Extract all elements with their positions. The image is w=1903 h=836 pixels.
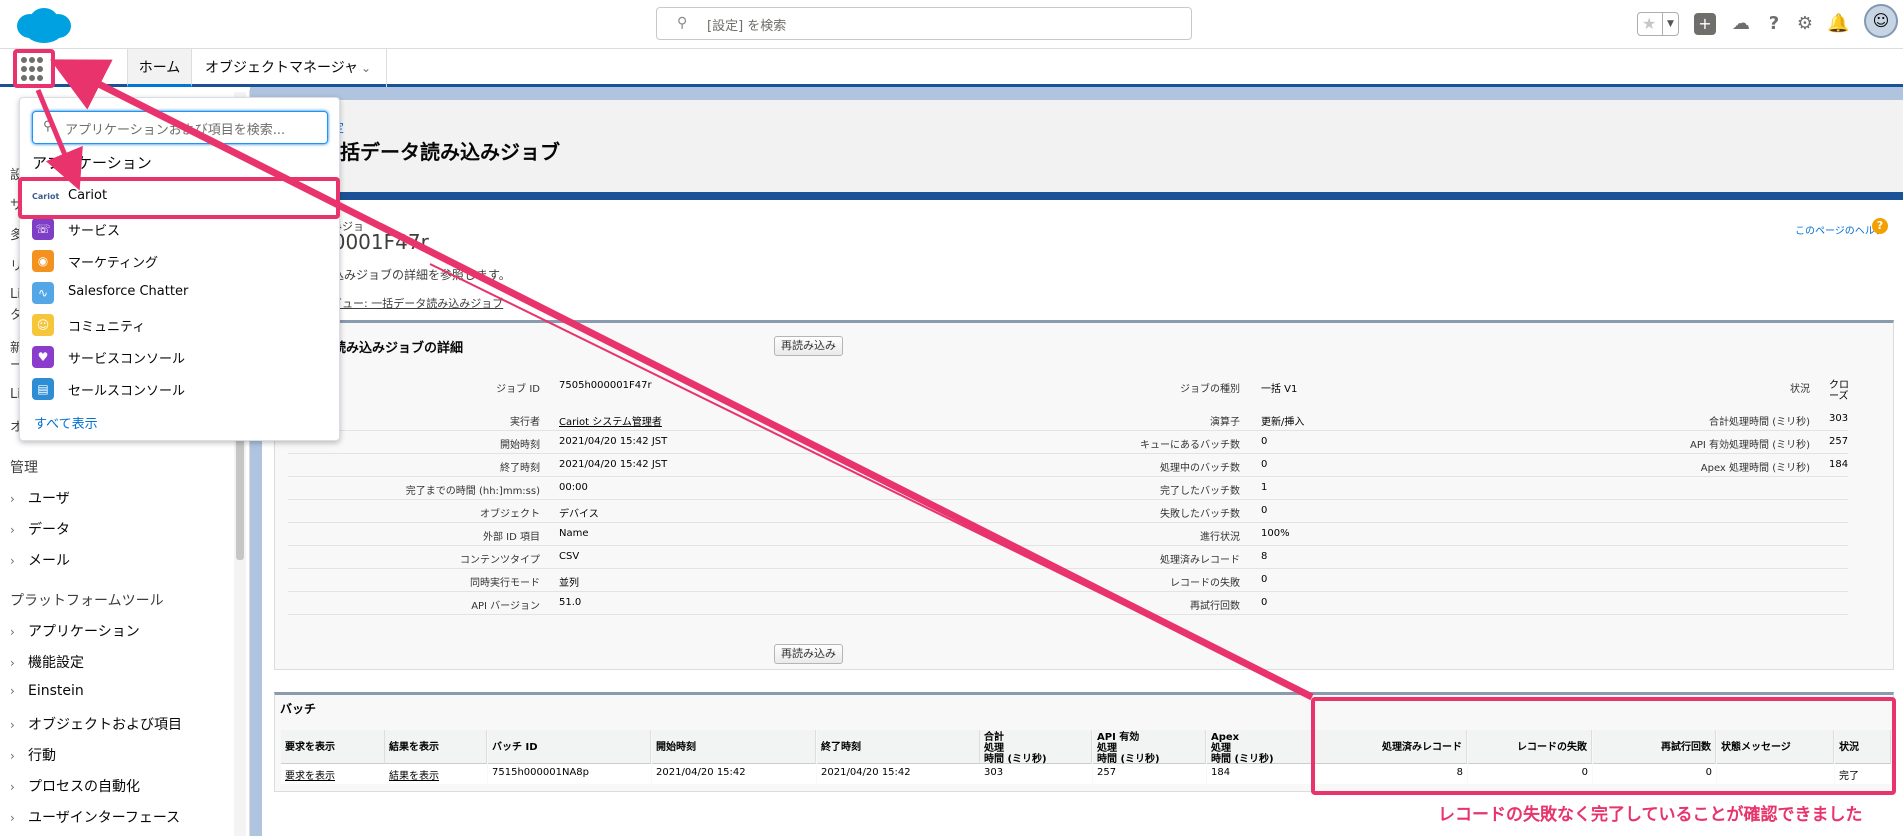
arrow-to-cariot <box>35 89 83 191</box>
annotation-arrows <box>35 59 1314 701</box>
annotation-note: レコードの失敗なく完了していることが確認できました <box>1438 805 1863 825</box>
arrow-to-waffle <box>50 59 1314 701</box>
arrow-thin-line <box>429 263 1313 698</box>
